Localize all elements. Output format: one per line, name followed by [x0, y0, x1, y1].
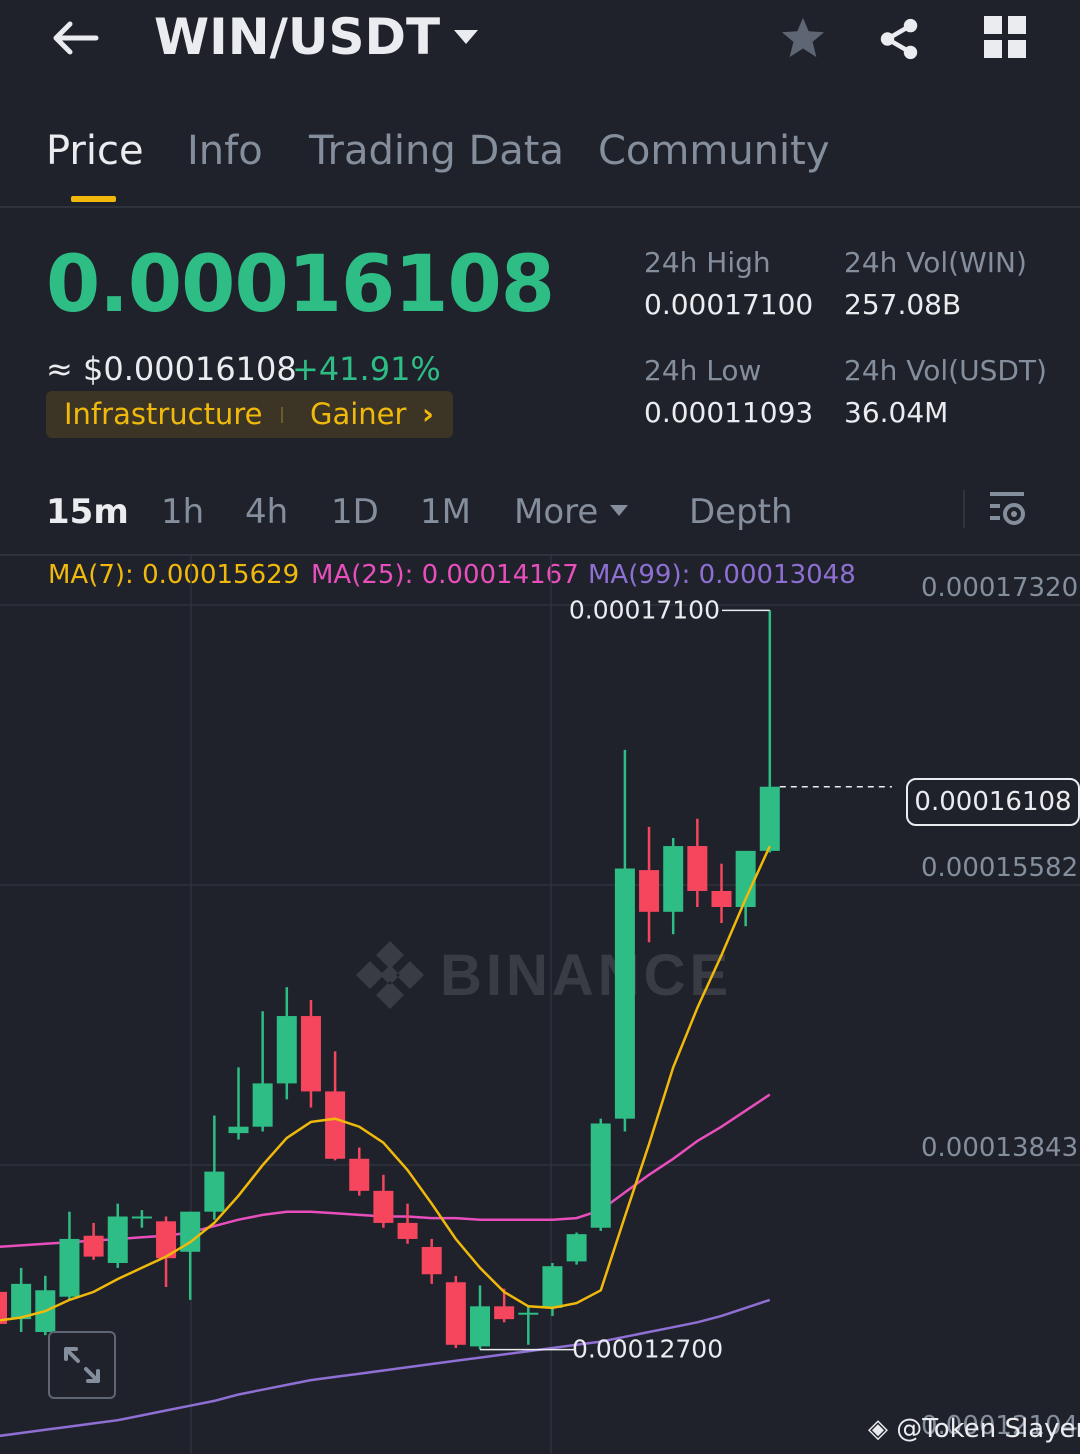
low-label: 24h Low	[644, 354, 762, 387]
candle-body	[59, 1238, 80, 1297]
candle-body	[349, 1158, 370, 1191]
arrow-left-icon[interactable]	[50, 20, 100, 56]
chevron-right-icon: ›	[422, 397, 434, 431]
interval-4h[interactable]: 4h	[245, 492, 288, 532]
vol-usdt-value: 36.04M	[844, 396, 949, 429]
candlestick-chart[interactable]: BINANCE 0.00017100 0.00012700	[0, 555, 1080, 1454]
diamond-icon: ◈	[868, 1414, 888, 1444]
active-tab-indicator	[71, 196, 116, 202]
interval-divider	[963, 490, 965, 528]
pair-title[interactable]: WIN/USDT	[154, 8, 440, 66]
price-change-percent: +41.91%	[292, 350, 441, 388]
candle-body	[276, 1016, 297, 1084]
candle-body	[397, 1222, 418, 1239]
y-tick-label: 0.00015582	[921, 853, 1079, 883]
interval-depth[interactable]: Depth	[689, 492, 793, 532]
interval-1d[interactable]: 1D	[331, 492, 379, 532]
candle-body	[421, 1246, 442, 1275]
vol-win-value: 257.08B	[844, 288, 962, 321]
low-value: 0.00011093	[644, 396, 814, 429]
tag-box[interactable]: Infrastructure Gainer ›	[46, 391, 453, 438]
credit-text: @Token Slayer	[896, 1414, 1080, 1444]
top-bar: WIN/USDT	[0, 0, 1080, 84]
tab-info[interactable]: Info	[187, 128, 263, 174]
interval-bar: 15m 1h 4h 1D 1M More Depth	[0, 470, 1080, 556]
last-price: 0.00016108	[46, 240, 555, 330]
star-icon[interactable]	[780, 16, 826, 60]
high-marker-label: 0.00017100	[569, 595, 720, 624]
candle-body	[373, 1190, 394, 1223]
candle-body	[590, 1123, 611, 1228]
share-icon[interactable]	[876, 16, 922, 62]
candle-body	[131, 1216, 152, 1219]
credit-watermark: ◈ @Token Slayer	[868, 1414, 1080, 1444]
interval-more[interactable]: More	[514, 492, 598, 532]
candle-body	[542, 1266, 563, 1308]
candle-body	[107, 1216, 128, 1264]
last-price-marker: 0.00016108	[906, 778, 1080, 826]
tab-trading-data[interactable]: Trading Data	[309, 128, 564, 174]
candle-body	[300, 1016, 321, 1092]
high-label: 24h High	[644, 246, 771, 279]
candle-body	[518, 1312, 539, 1315]
candle-body	[711, 890, 732, 907]
candle-body	[252, 1083, 273, 1127]
tab-bar: Price Info Trading Data Community	[0, 110, 1080, 208]
caret-down-icon[interactable]	[609, 504, 629, 517]
candle-body	[228, 1126, 249, 1134]
caret-down-icon[interactable]	[452, 28, 480, 46]
interval-15m[interactable]: 15m	[46, 492, 129, 532]
y-tick-label: 0.00013843	[921, 1133, 1079, 1163]
grid-icon[interactable]	[984, 16, 1026, 58]
candle-body	[566, 1234, 587, 1262]
low-marker-label: 0.00012700	[572, 1335, 723, 1364]
tab-community[interactable]: Community	[598, 128, 830, 174]
candle-body	[445, 1282, 466, 1345]
expand-icon	[64, 1347, 100, 1383]
candle-body	[83, 1235, 104, 1257]
high-value: 0.00017100	[644, 288, 814, 321]
candle-body	[663, 846, 684, 912]
candle-body	[639, 870, 660, 912]
candle-body	[325, 1091, 346, 1159]
interval-1m[interactable]: 1M	[420, 492, 471, 532]
vol-win-label: 24h Vol(WIN)	[844, 246, 1027, 279]
tag-gainer[interactable]: Gainer	[310, 397, 406, 431]
usd-price: ≈ $0.00016108	[46, 350, 297, 388]
candle-body	[614, 868, 635, 1119]
candle-body	[494, 1306, 515, 1320]
candle-body	[11, 1283, 32, 1320]
fullscreen-button[interactable]	[48, 1331, 116, 1399]
y-tick-label: 0.00017320	[921, 573, 1079, 603]
tag-infrastructure[interactable]: Infrastructure	[64, 397, 262, 431]
watermark-text: BINANCE	[440, 943, 732, 1008]
vol-usdt-label: 24h Vol(USDT)	[844, 354, 1047, 387]
candle-body	[470, 1306, 490, 1347]
candle-body	[759, 786, 780, 851]
tag-divider	[281, 407, 283, 423]
candle-body	[204, 1171, 225, 1212]
candle-body	[687, 846, 708, 891]
tab-price[interactable]: Price	[46, 128, 144, 174]
binance-watermark: BINANCE	[356, 941, 732, 1009]
interval-1h[interactable]: 1h	[161, 492, 204, 532]
chart-settings-icon[interactable]	[988, 490, 1028, 528]
